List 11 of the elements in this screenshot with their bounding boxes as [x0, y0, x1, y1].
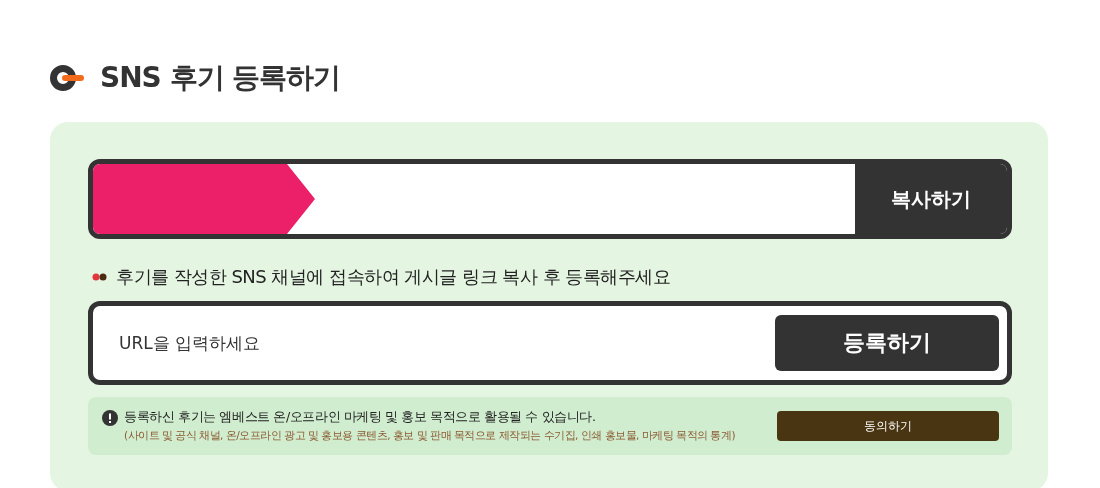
url-input-field[interactable]: URL을 입력하세요 등록하기: [88, 301, 1012, 385]
agree-button[interactable]: 동의하기: [777, 411, 999, 441]
notice-subtext: (사이트 및 공식 채널, 온/오프라인 광고 및 홍보용 콘텐츠, 홍보 및 판매 목적으로 제작되는 수기집, 인쇄 홍보물, 마케팅 목적의 통계): [124, 429, 736, 443]
notice-text: 등록하신 후기는 엠베스트 온/오프라인 마케팅 및 홍보 목적으로 활용될 수 있습니다.: [124, 409, 596, 426]
register-button[interactable]: 등록하기: [775, 315, 999, 371]
instruction-text: 후기를 작성한 SNS 채널에 접속하여 게시글 링크 복사 후 등록해주세요: [116, 265, 671, 289]
logo-icon: [50, 65, 84, 91]
alert-icon: [102, 409, 118, 426]
copy-button[interactable]: 복사하기: [855, 164, 1007, 234]
page-title: SNS 후기 등록하기: [100, 60, 341, 96]
dots-icon: [92, 273, 108, 281]
